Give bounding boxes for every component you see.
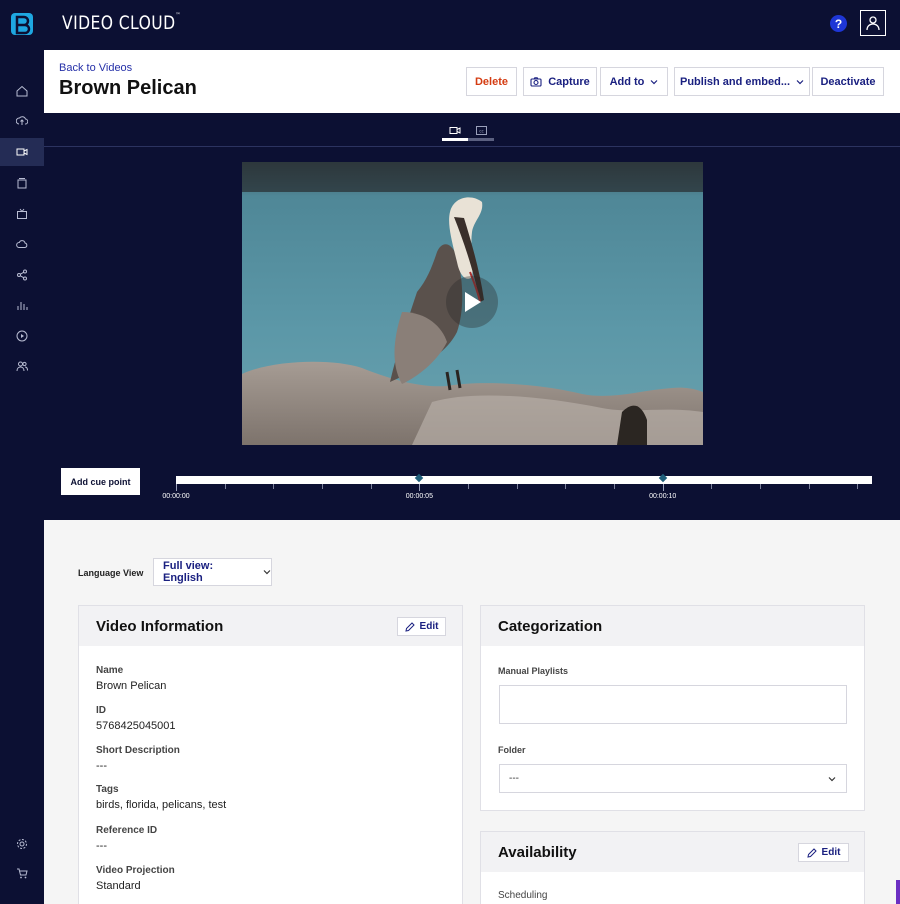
language-view-label: Language View xyxy=(78,568,144,578)
manual-playlists-label: Manual Playlists xyxy=(498,666,569,676)
upload-icon[interactable] xyxy=(0,107,44,135)
capture-button[interactable]: Capture xyxy=(523,67,597,96)
video-information-title: Video Information xyxy=(96,618,224,635)
field-label-tags: Tags xyxy=(96,784,119,795)
share-icon[interactable] xyxy=(0,261,44,289)
app-brand: VIDEO CLOUD™ xyxy=(62,12,181,34)
settings-icon[interactable] xyxy=(0,830,44,858)
manual-playlists-input[interactable] xyxy=(499,685,847,724)
field-value-video-projection: Standard xyxy=(96,880,141,892)
help-button[interactable]: ? xyxy=(830,15,847,32)
pencil-icon xyxy=(806,847,817,858)
field-label-name: Name xyxy=(96,665,124,676)
back-to-videos-link[interactable]: Back to Videos xyxy=(59,62,132,74)
pencil-icon xyxy=(404,621,415,632)
video-player[interactable] xyxy=(242,162,703,445)
divider xyxy=(44,146,900,147)
card-header: Video Information Edit xyxy=(79,606,462,646)
timeline-tick xyxy=(370,484,372,489)
cue-timeline[interactable] xyxy=(176,476,872,491)
window-corner-accent xyxy=(896,880,900,904)
capture-label: Capture xyxy=(548,75,590,88)
delete-button[interactable]: Delete xyxy=(466,67,517,96)
top-bar: VIDEO CLOUD™ ? xyxy=(0,0,900,50)
camera-icon xyxy=(530,76,542,87)
folder-label: Folder xyxy=(498,745,526,755)
timeline-tick xyxy=(614,484,616,489)
categorization-card: Categorization Manual Playlists Folder -… xyxy=(480,605,865,811)
video-icon[interactable] xyxy=(0,138,44,166)
deactivate-label: Deactivate xyxy=(820,75,876,88)
add-to-label: Add to xyxy=(609,75,645,88)
svg-text:cc: cc xyxy=(479,128,484,133)
timeline-tick xyxy=(468,484,470,489)
add-cue-point-button[interactable]: Add cue point xyxy=(61,468,140,495)
availability-card: Availability Edit Scheduling xyxy=(480,831,865,904)
timeline-tick xyxy=(419,484,421,491)
users-icon[interactable] xyxy=(0,352,44,380)
field-value-reference-id: --- xyxy=(96,840,107,852)
availability-edit-button[interactable]: Edit xyxy=(798,843,849,862)
user-account-icon[interactable] xyxy=(860,10,886,36)
timeline-tick xyxy=(176,484,177,491)
chevron-down-icon xyxy=(263,570,271,575)
cloud-icon[interactable] xyxy=(0,230,44,258)
field-label-id: ID xyxy=(96,705,106,716)
categorization-title: Categorization xyxy=(498,618,603,635)
tab-indicator xyxy=(442,138,494,141)
timeline-label: 00:00:10 xyxy=(649,493,677,500)
field-value-tags: birds, florida, pelicans, test xyxy=(96,799,227,811)
delete-label: Delete xyxy=(474,75,509,88)
live-icon[interactable] xyxy=(0,200,44,228)
timeline-tick xyxy=(224,484,226,489)
player-area: cc Add cue point 00:00:00 00:00:05 00:00… xyxy=(44,113,900,520)
language-select-value: Full view: English xyxy=(163,560,214,584)
add-to-button[interactable]: Add to xyxy=(600,67,668,96)
analytics-icon[interactable] xyxy=(0,291,44,319)
playlist-icon[interactable] xyxy=(0,169,44,197)
timeline-tick xyxy=(662,484,664,491)
field-label-short-description: Short Description xyxy=(96,745,180,756)
timeline-label: 00:00:05 xyxy=(405,493,433,500)
video-header: Back to Videos Brown Pelican Delete Capt… xyxy=(44,50,900,113)
timeline-tick xyxy=(516,484,518,489)
field-label-reference-id: Reference ID xyxy=(96,825,158,836)
language-select[interactable]: Full view: English xyxy=(153,558,272,586)
field-value-short-description: --- xyxy=(96,760,107,772)
publish-embed-button[interactable]: Publish and embed... xyxy=(674,67,810,96)
video-information-card: Video Information Edit Name Brown Pelica… xyxy=(78,605,463,904)
page-title: Brown Pelican xyxy=(59,77,197,99)
deactivate-button[interactable]: Deactivate xyxy=(812,67,884,96)
scheduling-label: Scheduling xyxy=(498,890,548,901)
field-label-video-projection: Video Projection xyxy=(96,865,175,876)
timeline-tick xyxy=(711,484,713,489)
play-button[interactable] xyxy=(446,276,498,328)
timeline-tick xyxy=(808,484,810,489)
card-header: Categorization xyxy=(481,606,864,646)
folder-select[interactable]: --- xyxy=(499,764,847,793)
edit-label: Edit xyxy=(419,621,439,632)
card-header: Availability Edit xyxy=(481,832,864,872)
timeline-label: 00:00:00 xyxy=(162,493,190,500)
chevron-down-icon xyxy=(796,79,804,84)
brightcove-logo-icon[interactable] xyxy=(0,0,44,48)
edit-label: Edit xyxy=(821,847,841,858)
sidebar xyxy=(0,50,44,904)
publish-label: Publish and embed... xyxy=(679,75,791,88)
timeline-tick xyxy=(273,484,275,489)
folder-select-value: --- xyxy=(509,773,519,784)
timeline-tick xyxy=(857,484,859,489)
home-icon[interactable] xyxy=(0,77,44,105)
timeline-tick xyxy=(760,484,762,489)
timeline-tick xyxy=(322,484,323,489)
cart-icon[interactable] xyxy=(0,859,44,887)
chevron-down-icon xyxy=(828,777,836,782)
timeline-tick xyxy=(565,484,567,489)
availability-title: Availability xyxy=(498,844,577,861)
chevron-down-icon xyxy=(650,79,658,84)
video-info-edit-button[interactable]: Edit xyxy=(397,617,446,636)
field-value-name: Brown Pelican xyxy=(96,680,167,692)
field-value-id: 5768425045001 xyxy=(96,720,176,732)
play-icon[interactable] xyxy=(0,322,44,350)
